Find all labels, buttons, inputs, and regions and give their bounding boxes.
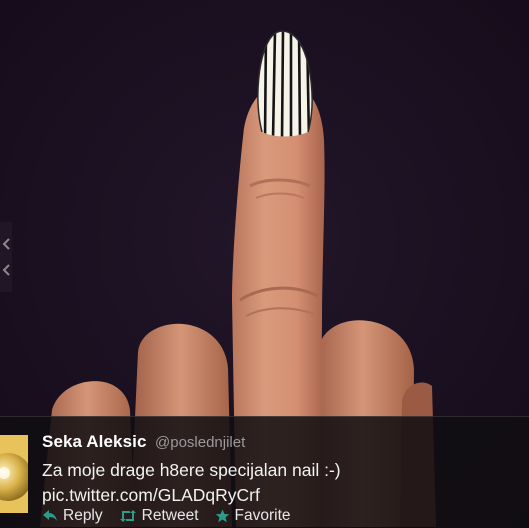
favorite-button[interactable]: Favorite bbox=[215, 507, 291, 525]
chevron-left-icon bbox=[2, 264, 10, 276]
reply-label: Reply bbox=[63, 507, 103, 524]
reply-button[interactable]: Reply bbox=[42, 507, 103, 525]
chevron-left-icon bbox=[2, 238, 10, 250]
favorite-label: Favorite bbox=[234, 507, 291, 524]
previous-photo-button[interactable] bbox=[0, 222, 12, 292]
retweet-icon bbox=[119, 510, 136, 522]
retweet-button[interactable]: Retweet bbox=[119, 507, 199, 525]
tweet-body: Za moje drage h8ere specijalan nail :-) bbox=[42, 460, 341, 480]
author-handle[interactable]: @poslednjilet bbox=[155, 434, 245, 451]
tweet-actions: Reply Retweet Favorite bbox=[42, 507, 291, 525]
star-icon bbox=[215, 509, 229, 523]
tweet-author[interactable]: Seka Aleksic @poslednjilet bbox=[42, 432, 245, 452]
tweet-text: Za moje drage h8ere specijalan nail :-) … bbox=[42, 458, 522, 508]
retweet-label: Retweet bbox=[141, 507, 199, 524]
media-link[interactable]: pic.twitter.com/GLADqRyCrf bbox=[42, 483, 522, 508]
avatar[interactable] bbox=[0, 435, 28, 513]
tweet-caption: Seka Aleksic @poslednjilet Za moje drage… bbox=[0, 416, 529, 528]
author-display-name[interactable]: Seka Aleksic bbox=[42, 432, 147, 451]
reply-icon bbox=[43, 510, 57, 521]
